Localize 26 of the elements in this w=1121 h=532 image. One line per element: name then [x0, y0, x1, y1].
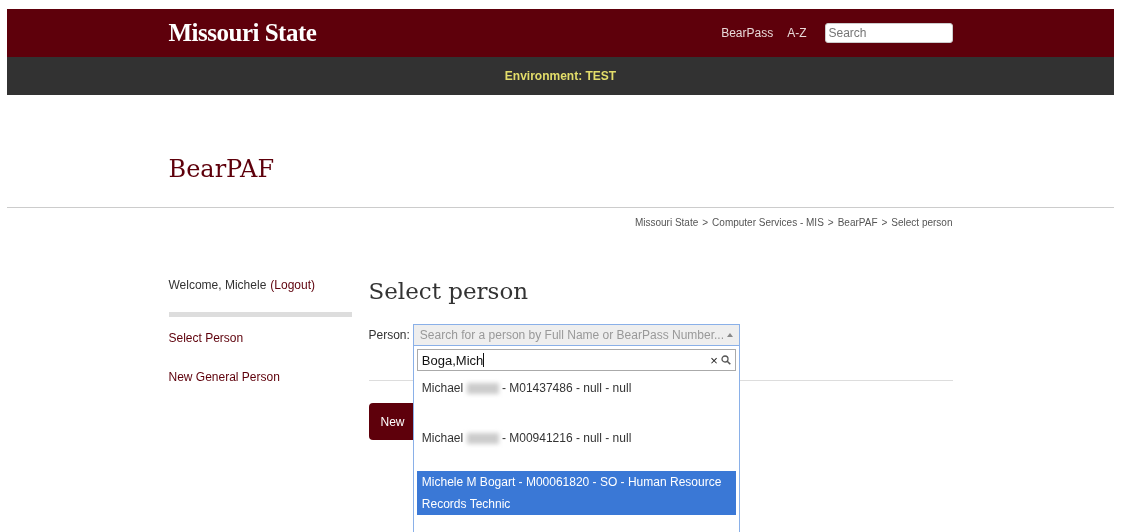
page-heading: Select person — [368, 278, 530, 304]
search-field[interactable]: Boga,Mich × — [416, 349, 736, 371]
sidebar-link[interactable]: New General Person — [168, 370, 352, 384]
sidebar-link[interactable]: Select Person — [168, 331, 352, 345]
dropdown-option[interactable]: Michael - M00941216 - null - null — [416, 421, 736, 471]
breadcrumb-link[interactable]: Missouri State — [634, 217, 699, 228]
search-field[interactable]: Search — [824, 23, 953, 43]
breadcrumb-separator: > — [702, 217, 709, 228]
dropdown-option[interactable]: Michele M Bogart - M00061820 - SO - Human Resource Records Technic — [416, 471, 736, 515]
dropdown-option[interactable]: Michael - M01437486 - null - null — [416, 371, 736, 421]
environment-label: Environment: TEST — [504, 69, 617, 83]
breadcrumb-separator: > — [827, 217, 834, 228]
search-icon — [720, 355, 731, 365]
caret-icon — [726, 333, 733, 337]
breadcrumb-link[interactable]: Computer Services - MIS — [712, 217, 824, 228]
breadcrumb-link[interactable]: BearPAF — [837, 217, 878, 228]
header-link[interactable]: A-Z — [787, 26, 807, 40]
clear-button[interactable]: × — [710, 352, 718, 368]
field-label: Person: — [368, 327, 410, 342]
logout-link[interactable]: (Logout) — [270, 278, 315, 292]
current-page-label: Select person — [891, 217, 953, 228]
breadcrumb-separator: > — [881, 217, 888, 228]
logo[interactable]: Missouri State — [168, 19, 317, 47]
app-title: BearPAF — [168, 155, 275, 183]
header-link[interactable]: BearPass — [721, 26, 774, 40]
welcome-text: Welcome, Michele — [168, 278, 267, 292]
